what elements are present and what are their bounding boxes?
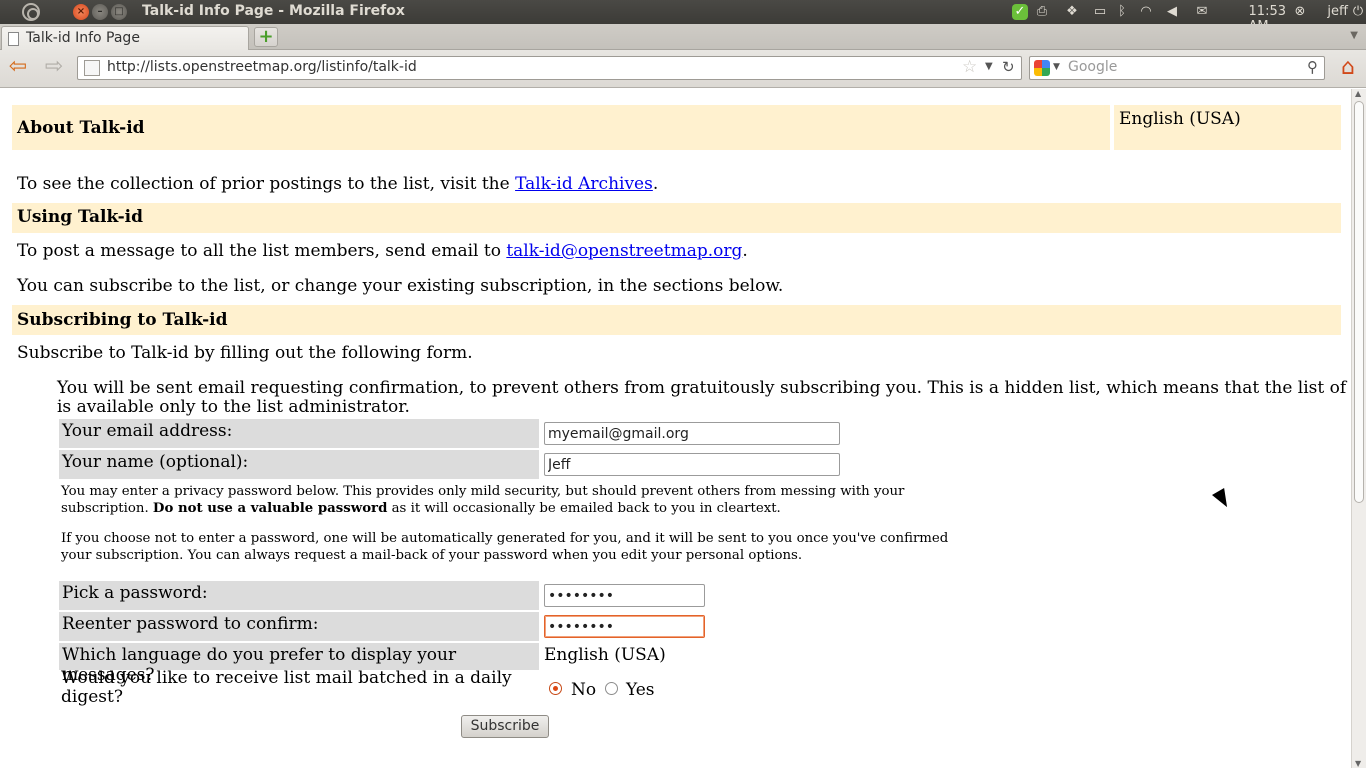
digest-no-radio[interactable] [549,682,562,695]
power-icon[interactable]: ⏻ [1350,4,1366,20]
archives-text: To see the collection of prior postings … [17,174,516,194]
search-icon[interactable]: ⚲ [1307,58,1318,76]
ubuntu-logo-icon[interactable] [22,3,40,21]
maximize-icon[interactable]: □ [111,4,127,20]
scroll-down-icon[interactable]: ▼ [1355,759,1361,768]
digest-label: Would you like to receive list mail batc… [61,669,512,707]
subscribe-button[interactable]: Subscribe [461,715,549,738]
scroll-up-icon[interactable]: ▲ [1355,89,1361,98]
new-tab-button[interactable]: + [254,27,278,47]
printer-icon[interactable]: ⎙ [1034,4,1050,20]
url-text[interactable]: http://lists.openstreetmap.org/listinfo/… [107,59,417,75]
mouse-pointer-icon [1212,488,1234,511]
subscribe-intro-text: Subscribe to Talk-id by filling out the … [17,343,473,363]
google-icon[interactable] [1034,60,1050,76]
about-header: About Talk-id [17,118,145,138]
language-pref-label: Which language do you prefer to display … [59,643,539,685]
post-text: To post a message to all the list member… [17,241,507,261]
privacy-note-line1: You may enter a privacy password below. … [61,484,905,499]
privacy-warning: Do not use a valuable password [152,501,388,516]
scrollbar-thumb[interactable] [1354,101,1364,503]
using-header-cell: Using Talk-id [12,203,1341,233]
shield-check-icon[interactable]: ✓ [1012,4,1028,20]
site-identity-icon[interactable] [84,60,100,76]
url-bar[interactable]: http://lists.openstreetmap.org/listinfo/… [77,56,1022,80]
window-title: Talk-id Info Page - Mozilla Firefox [142,3,405,19]
search-engine-dropdown-icon[interactable]: ▼ [1053,62,1060,72]
about-header-cell: About Talk-id [12,105,1110,150]
home-icon[interactable]: ⌂ [1336,56,1360,80]
volume-icon[interactable]: ◀ [1164,4,1180,20]
wifi-icon[interactable]: ◠ [1138,4,1154,20]
digest-yes-radio[interactable] [605,682,618,695]
email-label: Your email address: [59,419,539,448]
page-icon [8,32,19,46]
password-label: Pick a password: [59,581,539,610]
history-dropdown-icon[interactable]: ▼ [985,61,993,72]
subscribing-header: Subscribing to Talk-id [17,310,228,330]
subscribe-info-text: You can subscribe to the list, or change… [17,276,784,296]
post-period: . [742,241,748,261]
post-email-link[interactable]: talk-id@openstreetmap.org [506,241,742,261]
search-placeholder[interactable]: Google [1068,59,1117,75]
star-icon[interactable]: ☆ [962,57,977,77]
search-bar[interactable]: ▼ Google ⚲ [1029,56,1325,80]
tab-label: Talk-id Info Page [26,30,140,46]
name-label: Your name (optional): [59,450,539,479]
plus-icon: + [258,26,274,47]
dropbox-icon[interactable]: ❖ [1064,4,1080,20]
mail-icon[interactable]: ✉ [1194,4,1210,20]
confirm-note-line1: You will be sent email requesting confir… [57,378,1351,398]
privacy-text-after: as it will occasionally be emailed back … [387,501,781,516]
digest-yes-label[interactable]: Yes [626,680,655,700]
confirm-password-label: Reenter password to confirm: [59,612,539,641]
confirm-note-line2: is available only to the list administra… [57,397,410,417]
tab-talk-id-info[interactable]: Talk-id Info Page [1,26,249,50]
using-header: Using Talk-id [17,207,144,227]
autogen-note: If you choose not to enter a password, o… [61,530,961,564]
name-field[interactable] [544,453,840,476]
autogen-note-line2: your subscription. You can always reques… [61,548,803,563]
autogen-note-line1: If you choose not to enter a password, o… [61,531,949,546]
archives-link[interactable]: Talk-id Archives [515,174,653,194]
privacy-note-line2: subscription. Do not use a valuable pass… [61,500,941,517]
archives-paragraph: To see the collection of prior postings … [17,174,658,194]
display-icon[interactable]: ▭ [1092,4,1108,20]
privacy-text: subscription. [61,501,153,516]
user-status-icon[interactable]: ⊗ [1292,4,1308,20]
forward-arrow-icon[interactable]: ⇨ [41,56,67,80]
digest-label-line2: digest? [61,687,123,707]
navigation-toolbar: ⇦ ⇨ http://lists.openstreetmap.org/listi… [0,50,1366,88]
confirm-password-field[interactable] [544,615,705,638]
system-title-bar: × – □ Talk-id Info Page - Mozilla Firefo… [0,0,1366,34]
email-field[interactable] [544,422,840,445]
language-pref-value: English (USA) [544,645,666,665]
close-icon[interactable]: × [73,4,89,20]
privacy-note: You may enter a privacy password below. … [61,483,941,517]
tab-strip: Talk-id Info Page + ▼ [0,24,1366,50]
language-cell: English (USA) [1114,105,1341,150]
subscribing-header-cell: Subscribing to Talk-id [12,305,1341,335]
digest-no-label[interactable]: No [571,680,596,700]
minimize-icon[interactable]: – [92,4,108,20]
user-name[interactable]: jeff [1327,4,1348,19]
archives-period: . [652,174,659,194]
language-indicator: English (USA) [1119,109,1241,129]
bluetooth-icon[interactable]: ᛒ [1114,4,1130,20]
tab-list-dropdown-icon[interactable]: ▼ [1350,30,1358,41]
digest-label-line1: Would you like to receive list mail batc… [61,668,512,688]
password-field[interactable] [544,584,705,607]
post-paragraph: To post a message to all the list member… [17,241,748,261]
reload-icon[interactable]: ↻ [1002,58,1015,76]
page-content: About Talk-id English (USA) To see the c… [0,89,1351,768]
page-scrollbar[interactable]: ▲ ▼ [1351,89,1366,768]
back-arrow-icon[interactable]: ⇦ [5,56,31,80]
